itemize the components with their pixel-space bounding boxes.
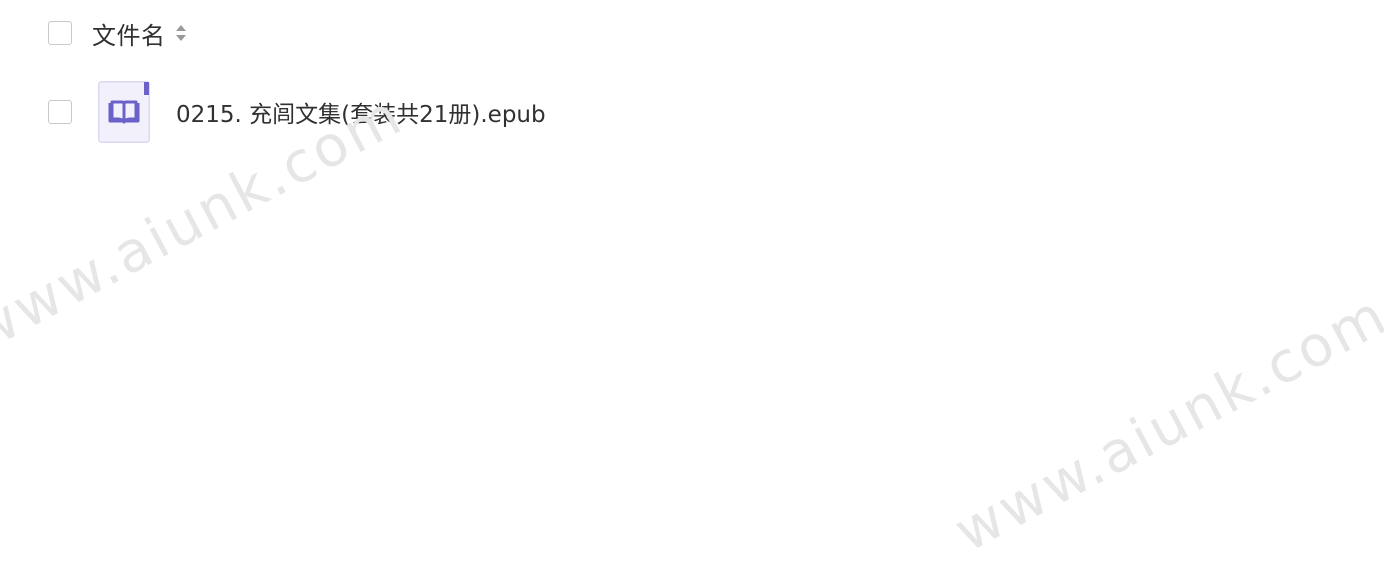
select-all-checkbox[interactable] <box>48 21 72 45</box>
filename-column-header[interactable]: 文件名 <box>92 16 166 51</box>
file-checkbox[interactable] <box>48 100 72 124</box>
file-list-header: 文件名 <box>48 14 188 52</box>
file-name-link[interactable]: 0215. 充闾文集(套装共21册).epub <box>176 95 546 129</box>
file-browser-page: 文件名 0215. 充闾文集(套装共21册).epub www.aiunk.co… <box>0 0 1384 588</box>
epub-book-icon <box>98 81 150 143</box>
file-row[interactable]: 0215. 充闾文集(套装共21册).epub <box>48 80 546 144</box>
sort-icon[interactable] <box>174 21 188 45</box>
watermark-text: www.aiunk.com <box>944 282 1384 565</box>
